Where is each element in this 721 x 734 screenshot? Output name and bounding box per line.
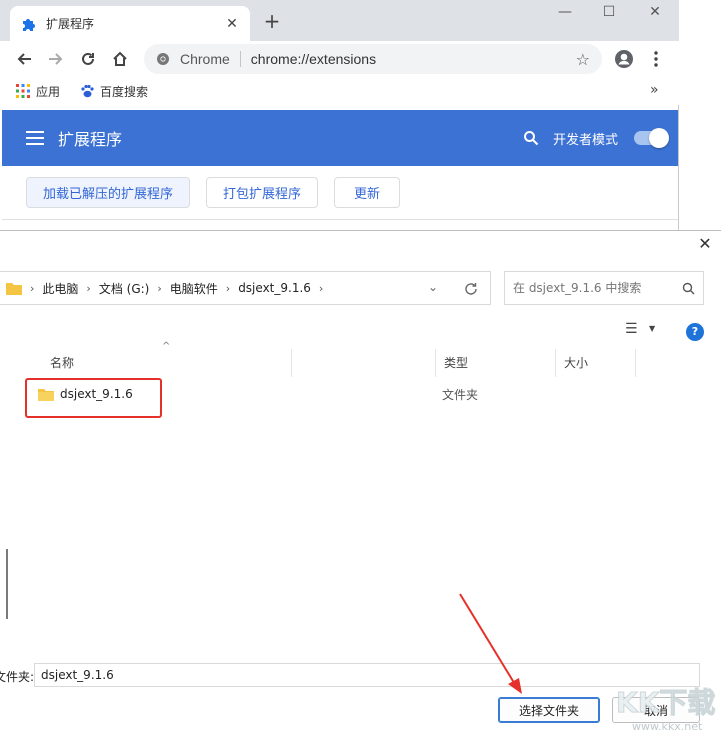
developer-mode-label: 开发者模式 <box>552 132 618 148</box>
extension-actions: 加载已解压的扩展程序 打包扩展程序 更新 <box>2 166 678 220</box>
chrome-window: 扩展程序 ✕ + — ☐ ✕ Chrome chrome://extension… <box>0 0 679 232</box>
page-title: 扩展程序 <box>58 130 123 149</box>
chrome-logo-icon <box>157 53 169 65</box>
breadcrumb: › 此电脑 › 文档 (G:) › 电脑软件 › dsjext_9.1.6 › … <box>0 271 491 305</box>
select-folder-dialog: ✕ › 此电脑 › 文档 (G:) › 电脑软件 › dsjext_9.1.6 … <box>0 230 721 734</box>
folder-icon <box>6 282 22 295</box>
breadcrumb-this-pc[interactable]: 此电脑 <box>42 280 78 297</box>
developer-mode: 开发者模式 <box>523 110 669 166</box>
address-bar[interactable]: Chrome chrome://extensions ☆ <box>144 44 602 74</box>
load-unpacked-button[interactable]: 加载已解压的扩展程序 <box>26 177 190 208</box>
bookmark-label: 百度搜索 <box>100 84 149 99</box>
column-name[interactable]: 名称 <box>20 349 292 377</box>
maximize-button[interactable]: ☐ <box>594 4 624 22</box>
reload-button[interactable] <box>76 47 100 71</box>
forward-button[interactable] <box>44 47 68 71</box>
view-options-icon[interactable]: ☰ <box>625 321 638 337</box>
apps-grid-icon <box>16 84 30 98</box>
chevron-down-icon[interactable]: ⌄ <box>428 280 438 294</box>
folder-label: 文件夹: <box>0 670 35 684</box>
folder-search-box[interactable] <box>504 271 704 305</box>
tab-extensions[interactable]: 扩展程序 ✕ <box>10 6 250 41</box>
tab-strip: 扩展程序 ✕ + — ☐ ✕ <box>0 0 679 41</box>
column-empty[interactable] <box>292 349 436 377</box>
chevron-right-icon: › <box>30 281 35 295</box>
refresh-icon[interactable] <box>464 282 478 296</box>
chevron-right-icon: › <box>318 281 324 295</box>
tab-close-icon[interactable]: ✕ <box>224 16 240 32</box>
site-label: Chrome <box>180 51 230 67</box>
tab-title: 扩展程序 <box>46 17 95 31</box>
folder-search-input[interactable] <box>513 281 682 295</box>
breadcrumb-folder[interactable]: 电脑软件 <box>170 280 218 297</box>
hamburger-menu-icon[interactable] <box>26 131 44 145</box>
developer-mode-toggle[interactable] <box>634 128 669 148</box>
forward-arrow-icon <box>49 53 63 65</box>
bookmark-label: 应用 <box>36 84 61 99</box>
url-text[interactable]: chrome://extensions <box>251 51 576 67</box>
bookmark-apps[interactable]: 应用 <box>16 83 60 100</box>
breadcrumb-drive[interactable]: 文档 (G:) <box>99 280 150 297</box>
baidu-paw-icon <box>81 84 94 98</box>
bookmarks-overflow-icon[interactable]: » <box>650 82 659 98</box>
menu-button[interactable] <box>644 47 668 71</box>
chevron-down-icon[interactable]: ▼ <box>649 324 655 333</box>
profile-button[interactable] <box>612 47 636 71</box>
svg-text:www.kkx.net: www.kkx.net <box>632 720 703 733</box>
close-window-button[interactable]: ✕ <box>640 4 670 22</box>
dialog-close-icon[interactable]: ✕ <box>697 236 713 252</box>
select-folder-button[interactable]: 选择文件夹 <box>498 697 600 723</box>
kebab-menu-icon <box>654 51 658 67</box>
breadcrumb-current[interactable]: dsjext_9.1.6 <box>238 281 311 295</box>
search-icon[interactable] <box>682 282 695 295</box>
watermark-logo: KK下载 www.kkx.net <box>612 672 720 734</box>
column-type[interactable]: 类型 <box>436 349 556 377</box>
browser-toolbar: Chrome chrome://extensions ☆ <box>0 41 679 77</box>
profile-avatar-icon <box>615 50 633 68</box>
chevron-right-icon: › <box>86 281 91 295</box>
omnibox-divider <box>239 51 241 67</box>
home-button[interactable] <box>108 47 132 71</box>
bookmark-baidu[interactable]: 百度搜索 <box>80 83 148 100</box>
new-tab-button[interactable]: + <box>263 11 281 31</box>
back-arrow-icon <box>17 53 31 65</box>
chevron-right-icon: › <box>225 281 231 295</box>
search-icon[interactable] <box>523 130 539 146</box>
back-button[interactable] <box>12 47 36 71</box>
pack-extension-button[interactable]: 打包扩展程序 <box>206 177 318 208</box>
home-icon <box>113 51 127 66</box>
column-size[interactable]: 大小 <box>556 349 636 377</box>
help-icon[interactable]: ? <box>686 323 704 341</box>
folder-name-input[interactable] <box>34 663 700 687</box>
selection-highlight-box <box>25 378 162 418</box>
reload-icon <box>82 52 94 65</box>
puzzle-icon <box>20 16 36 32</box>
update-button[interactable]: 更新 <box>334 177 400 208</box>
dialog-toolbar: ☰ ▼ ? <box>0 317 721 345</box>
scrollbar[interactable] <box>6 549 8 619</box>
extensions-header: 扩展程序 开发者模式 <box>2 110 678 166</box>
bookmarks-bar: 应用 百度搜索 » <box>0 77 679 105</box>
file-type: 文件夹 <box>442 387 479 402</box>
bookmark-star-icon[interactable]: ☆ <box>576 50 590 69</box>
chevron-right-icon: › <box>157 281 162 295</box>
svg-text:KK下载: KK下载 <box>616 686 715 719</box>
minimize-button[interactable]: — <box>550 4 580 22</box>
file-list-header: ^ 名称 类型 大小 <box>20 341 700 377</box>
